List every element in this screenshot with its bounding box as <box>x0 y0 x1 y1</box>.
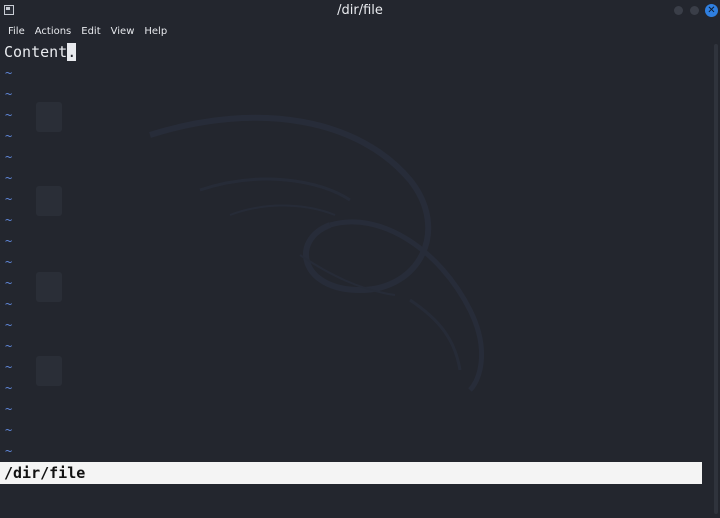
empty-line-tilde: ~ <box>5 297 13 311</box>
empty-line-tilde: ~ <box>5 276 13 290</box>
status-line: /dir/file <box>0 462 702 484</box>
desktop-document-icon <box>36 356 62 386</box>
maximize-button[interactable] <box>690 6 699 15</box>
empty-line-tilde: ~ <box>5 381 13 395</box>
menu-file[interactable]: File <box>8 26 25 37</box>
menu-bar: File Actions Edit View Help <box>0 22 720 40</box>
menu-help[interactable]: Help <box>144 26 167 37</box>
empty-line-tilde: ~ <box>5 66 13 80</box>
desktop-file-icon <box>36 186 62 216</box>
empty-line-tilde: ~ <box>5 402 13 416</box>
empty-line-tilde: ~ <box>5 234 13 248</box>
empty-line-tilde: ~ <box>5 213 13 227</box>
empty-line-tilde: ~ <box>5 339 13 353</box>
empty-line-tilde: ~ <box>5 318 13 332</box>
terminal-content[interactable]: Content. ~ ~ ~ ~ ~ ~ ~ ~ ~ ~ ~ ~ ~ ~ ~ ~ ~ ~ ~ /dir/file <box>0 40 712 518</box>
wallpaper-dragon-graphic <box>149 114 485 392</box>
scrollbar[interactable] <box>712 40 720 518</box>
close-icon: ✕ <box>707 5 716 16</box>
terminal-window: /dir/file ✕ File Actions Edit View Help … <box>0 0 720 518</box>
close-button[interactable]: ✕ <box>705 4 718 17</box>
empty-line-tilde: ~ <box>5 87 13 101</box>
menu-edit[interactable]: Edit <box>81 26 100 37</box>
menu-view[interactable]: View <box>111 26 135 37</box>
menu-actions[interactable]: Actions <box>35 26 72 37</box>
empty-line-tilde: ~ <box>5 129 13 143</box>
empty-line-tilde: ~ <box>5 360 13 374</box>
line-text: Content <box>4 43 68 61</box>
desktop-trash-icon <box>36 102 62 132</box>
title-bar[interactable]: /dir/file ✕ <box>0 0 720 22</box>
window-title: /dir/file <box>337 3 383 18</box>
editor-line-1: Content. <box>4 43 77 61</box>
empty-line-tilde: ~ <box>5 444 13 458</box>
text-cursor: . <box>67 43 77 61</box>
desktop-folder-icon <box>36 272 62 302</box>
scrollbar-thumb[interactable] <box>714 44 718 514</box>
empty-line-tilde: ~ <box>5 150 13 164</box>
minimize-button[interactable] <box>674 6 683 15</box>
empty-line-tilde: ~ <box>5 171 13 185</box>
empty-line-tilde: ~ <box>5 108 13 122</box>
empty-line-tilde: ~ <box>5 192 13 206</box>
empty-line-tilde: ~ <box>5 423 13 437</box>
empty-line-tilde: ~ <box>5 255 13 269</box>
